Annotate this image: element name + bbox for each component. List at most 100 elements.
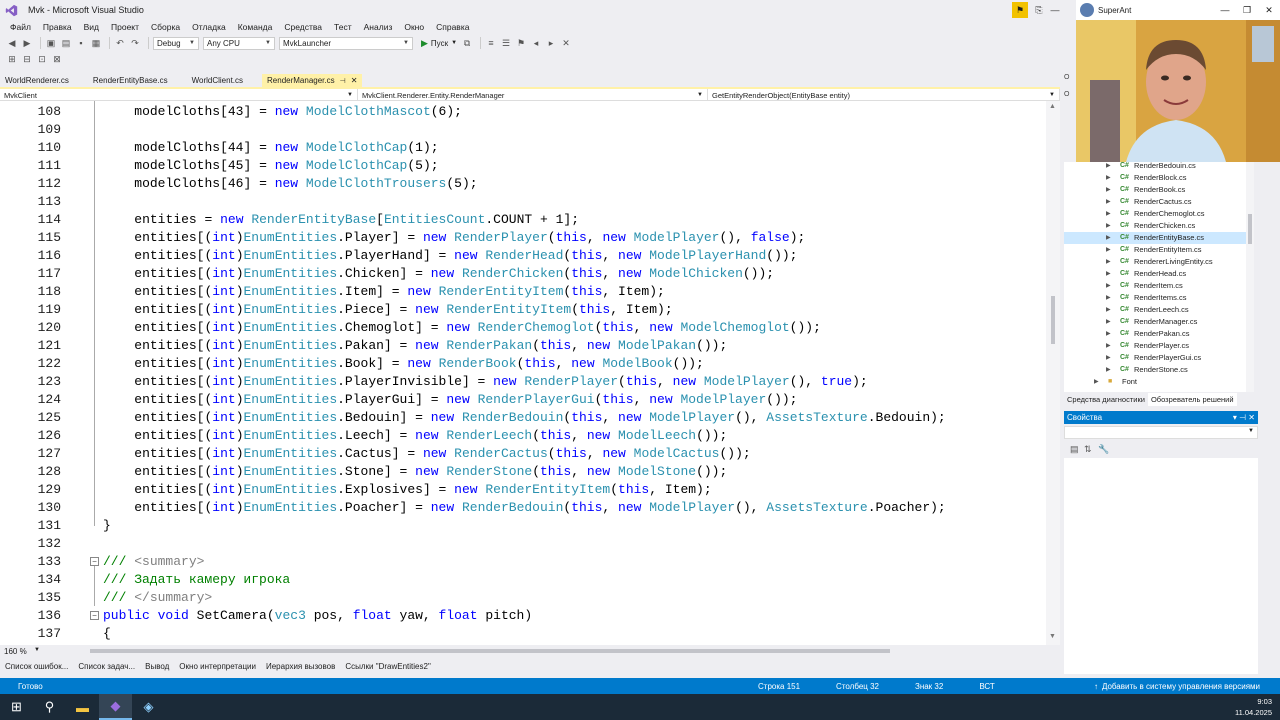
properties-object-select[interactable]: ▼ — [1064, 426, 1258, 439]
navigate-back-icon[interactable]: ◀ — [6, 37, 18, 49]
bookmark-prev-icon[interactable]: ◂ — [530, 37, 542, 49]
format-icon[interactable]: ≡ — [485, 37, 497, 49]
fold-toggle-icon[interactable]: − — [90, 611, 99, 620]
expand-arrow-icon[interactable]: ▶ — [1106, 244, 1111, 256]
menu-file[interactable]: Файл — [4, 22, 37, 32]
solution-configuration-select[interactable]: Debug ▼ — [153, 36, 199, 50]
expand-arrow-icon[interactable]: ▶ — [1106, 232, 1111, 244]
code-line[interactable]: 114 entities = new RenderEntityBase[Entit… — [0, 211, 1046, 229]
code-line[interactable]: 117 entities[(int)EnumEntities.Chicken] =… — [0, 265, 1046, 283]
undo-icon[interactable]: ↶ — [114, 37, 126, 49]
save-icon[interactable]: ▪ — [75, 37, 87, 49]
webcam-maximize-button[interactable]: ❐ — [1236, 5, 1258, 16]
edge-tab-icon[interactable]: O — [1064, 74, 1076, 81]
expand-arrow-icon[interactable]: ▶ — [1106, 208, 1111, 220]
fold-toggle-icon[interactable]: − — [90, 557, 99, 566]
tab-solution-explorer[interactable]: Обозреватель решений — [1147, 393, 1237, 406]
file-explorer-icon[interactable]: ▬ — [66, 694, 99, 720]
expand-arrow-icon[interactable]: ▶ — [1094, 376, 1099, 388]
pin-icon[interactable]: ⊣ — [340, 77, 346, 85]
align-icon[interactable]: ⊞ — [6, 53, 18, 65]
solution-tree-item[interactable]: ▶ C# RenderHead.cs — [1064, 268, 1254, 280]
solution-tree-item[interactable]: ▶ C# RenderItem.cs — [1064, 280, 1254, 292]
attach-icon[interactable]: ⧉ — [461, 37, 473, 49]
solution-tree-item[interactable]: ▶ C# RenderCactus.cs — [1064, 196, 1254, 208]
solution-tree-item[interactable]: ▶ C# RenderStone.cs — [1064, 364, 1254, 376]
code-line[interactable]: 130 entities[(int)EnumEntities.Poacher] =… — [0, 499, 1046, 517]
save-all-icon[interactable]: ▦ — [90, 37, 102, 49]
solution-tree-item[interactable]: ▶ C# RenderEntityBase.cs — [1064, 232, 1254, 244]
tab-worldrenderer[interactable]: WorldRenderer.cs — [0, 74, 74, 87]
menu-debug[interactable]: Отладка — [186, 22, 232, 32]
expand-arrow-icon[interactable]: ▶ — [1106, 172, 1111, 184]
code-editor[interactable]: 108 modelCloths[43] = new ModelClothMasco… — [0, 101, 1046, 645]
tab-worldclient[interactable]: WorldClient.cs — [187, 74, 248, 87]
tab-output[interactable]: Вывод — [140, 662, 174, 671]
properties-window-controls-icon[interactable]: ▾ ⊣ ✕ — [1233, 411, 1255, 424]
expand-arrow-icon[interactable]: ▶ — [1106, 160, 1111, 172]
menu-help[interactable]: Справка — [430, 22, 475, 32]
tab-task-list[interactable]: Список задач... — [73, 662, 140, 671]
code-line[interactable]: 112 modelCloths[46] = new ModelClothTrous… — [0, 175, 1046, 193]
tab-interactive[interactable]: Окно интерпретации — [174, 662, 261, 671]
expand-arrow-icon[interactable]: ▶ — [1106, 316, 1111, 328]
code-line[interactable]: 122 entities[(int)EnumEntities.Book] = ne… — [0, 355, 1046, 373]
open-file-icon[interactable]: ▤ — [60, 37, 72, 49]
code-line[interactable]: 134 /// Задать камеру игрока — [0, 571, 1046, 589]
expand-arrow-icon[interactable]: ▶ — [1106, 220, 1111, 232]
app-taskbar-icon[interactable]: ◈ — [132, 694, 165, 720]
code-line[interactable]: 121 entities[(int)EnumEntities.Pakan] = n… — [0, 337, 1046, 355]
expand-arrow-icon[interactable]: ▶ — [1106, 196, 1111, 208]
solution-tree-item[interactable]: ▶ C# RenderChemoglot.cs — [1064, 208, 1254, 220]
solution-tree-item[interactable]: ▶ C# RenderBlock.cs — [1064, 172, 1254, 184]
webcam-minimize-button[interactable]: — — [1214, 5, 1236, 16]
grid-icon[interactable]: ⊡ — [36, 53, 48, 65]
solution-tree-item[interactable]: ▶ C# RenderPlayerGui.cs — [1064, 352, 1254, 364]
add-to-source-control-button[interactable]: ↑ Добавить в систему управления версиями — [1094, 682, 1260, 691]
tab-call-hierarchy[interactable]: Иерархия вызовов — [261, 662, 340, 671]
scroll-up-icon[interactable]: ▲ — [1049, 103, 1056, 110]
expand-arrow-icon[interactable]: ▶ — [1106, 292, 1111, 304]
solution-tree-folder[interactable]: ▶ ■ Font — [1064, 376, 1254, 388]
order-icon[interactable]: ⊠ — [51, 53, 63, 65]
startup-project-select[interactable]: MvkLauncher ▼ — [279, 36, 413, 50]
member-dropdown[interactable]: GetEntityRenderObject(EntityBase entity)… — [708, 89, 1060, 101]
bookmark-icon[interactable]: ⚑ — [515, 37, 527, 49]
expand-arrow-icon[interactable]: ▶ — [1106, 352, 1111, 364]
scroll-thumb[interactable] — [1051, 296, 1055, 344]
redo-icon[interactable]: ↷ — [129, 37, 141, 49]
menu-tools[interactable]: Средства — [278, 22, 328, 32]
menu-build[interactable]: Сборка — [145, 22, 186, 32]
code-line[interactable]: 125 entities[(int)EnumEntities.Bedouin] =… — [0, 409, 1046, 427]
code-line[interactable]: 119 entities[(int)EnumEntities.Piece] = n… — [0, 301, 1046, 319]
code-line[interactable]: 109 — [0, 121, 1046, 139]
type-dropdown[interactable]: MvkClient.Renderer.Entity.RenderManager ▼ — [358, 89, 708, 101]
horizontal-scroll-thumb[interactable] — [90, 649, 890, 653]
code-line[interactable]: 118 entities[(int)EnumEntities.Item] = ne… — [0, 283, 1046, 301]
property-pages-icon[interactable]: 🔧 — [1098, 444, 1112, 455]
tab-error-list[interactable]: Список ошибок... — [0, 662, 73, 671]
code-line[interactable]: 136 public void SetCamera(vec3 pos, float… — [0, 607, 1046, 625]
code-line[interactable]: 111 modelCloths[45] = new ModelClothCap(5… — [0, 157, 1046, 175]
code-line[interactable]: 110 modelCloths[44] = new ModelClothCap(1… — [0, 139, 1046, 157]
tab-renderentitybase[interactable]: RenderEntityBase.cs — [88, 74, 173, 87]
code-line[interactable]: 128 entities[(int)EnumEntities.Stone] = n… — [0, 463, 1046, 481]
expand-arrow-icon[interactable]: ▶ — [1106, 328, 1111, 340]
code-line[interactable]: 124 entities[(int)EnumEntities.PlayerGui]… — [0, 391, 1046, 409]
menu-project[interactable]: Проект — [105, 22, 145, 32]
code-line[interactable]: 115 entities[(int)EnumEntities.Player] = … — [0, 229, 1046, 247]
code-line[interactable]: 132 — [0, 535, 1046, 553]
search-icon[interactable]: ⚲ — [33, 694, 66, 720]
bookmark-clear-icon[interactable]: ✕ — [560, 37, 572, 49]
solution-tree-item[interactable]: ▶ C# RendererLivingEntity.cs — [1064, 256, 1254, 268]
code-line[interactable]: 137 { — [0, 625, 1046, 643]
tree-scrollbar[interactable] — [1246, 162, 1254, 392]
solution-tree-item[interactable]: ▶ C# RenderEntityItem.cs — [1064, 244, 1254, 256]
zoom-select[interactable]: 160 % ▼ — [0, 647, 40, 656]
expand-arrow-icon[interactable]: ▶ — [1106, 340, 1111, 352]
menu-team[interactable]: Команда — [232, 22, 279, 32]
new-project-icon[interactable]: ▣ — [45, 37, 57, 49]
solution-platform-select[interactable]: Any CPU ▼ — [203, 36, 275, 50]
menu-analyze[interactable]: Анализ — [358, 22, 399, 32]
windows-start-icon[interactable]: ⊞ — [0, 694, 33, 720]
